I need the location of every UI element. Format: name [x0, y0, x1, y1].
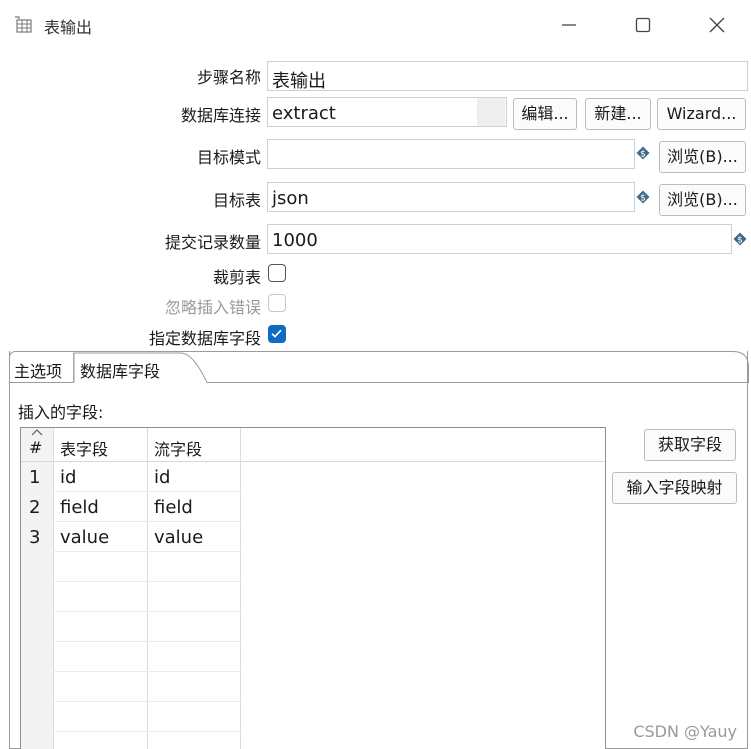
db-connection-label: 数据库连接 [180, 106, 261, 125]
new-connection-button[interactable]: 新建... [585, 98, 651, 130]
truncate-label: 裁剪表 [212, 268, 261, 287]
row-divider [53, 491, 241, 492]
row-number: 2 [29, 497, 41, 518]
db-connection-dropdown[interactable] [477, 98, 505, 126]
target-table-input[interactable]: json [267, 182, 635, 212]
table-output-icon [15, 16, 32, 33]
close-icon[interactable] [704, 12, 730, 38]
row-divider [53, 521, 241, 522]
map-fields-button[interactable]: 输入字段映射 [612, 472, 737, 504]
specify-fields-label: 指定数据库字段 [148, 329, 261, 348]
db-connection-select[interactable]: extract [267, 97, 507, 127]
row-divider [53, 611, 241, 612]
commit-size-input[interactable]: 1000 [267, 224, 732, 254]
column-header-table-field[interactable]: 表字段 [60, 436, 108, 460]
fields-table[interactable]: # 表字段 流字段 1 id id 2 field field 3 value … [20, 427, 606, 749]
ignore-errors-label: 忽略插入错误 [164, 298, 261, 317]
window-title: 表输出 [44, 18, 93, 37]
step-name-label: 步骤名称 [196, 68, 261, 87]
commit-size-label: 提交记录数量 [164, 233, 261, 252]
table-field-cell[interactable]: id [60, 467, 76, 488]
tab-main-options[interactable]: 主选项 [14, 358, 62, 382]
column-header-number[interactable]: # [29, 438, 42, 457]
row-divider [53, 731, 241, 732]
wizard-button[interactable]: Wizard... [657, 98, 746, 130]
row-number: 1 [29, 467, 41, 488]
svg-text:$: $ [737, 236, 743, 246]
variable-icon[interactable]: $ [733, 232, 747, 246]
svg-text:$: $ [640, 194, 646, 204]
watermark: CSDN @Yauy [633, 722, 737, 741]
stream-field-cell[interactable]: id [154, 467, 170, 488]
row-divider [53, 701, 241, 702]
checkmark-icon [271, 329, 282, 338]
target-schema-input[interactable] [267, 139, 635, 169]
table-field-cell[interactable]: field [60, 497, 99, 518]
fields-section-label: 插入的字段: [18, 403, 104, 422]
title-bar: 表输出 [0, 0, 751, 50]
edit-connection-button[interactable]: 编辑... [513, 98, 577, 130]
table-field-cell[interactable]: value [60, 527, 109, 548]
browse-table-button[interactable]: 浏览(B)... [659, 184, 746, 216]
ignore-errors-checkbox [268, 294, 286, 312]
maximize-icon[interactable] [630, 12, 656, 38]
variable-icon[interactable]: $ [636, 146, 650, 160]
tab-database-fields[interactable]: 数据库字段 [80, 358, 160, 382]
minimize-icon[interactable] [556, 12, 582, 38]
row-number: 3 [29, 527, 41, 548]
specify-fields-checkbox[interactable] [268, 325, 286, 343]
target-table-label: 目标表 [212, 191, 261, 210]
sort-arrow-icon[interactable] [31, 429, 43, 436]
step-name-input[interactable]: 表输出 [267, 61, 748, 91]
target-schema-label: 目标模式 [196, 148, 261, 167]
variable-icon[interactable]: $ [636, 190, 650, 204]
stream-field-cell[interactable]: field [154, 497, 193, 518]
browse-schema-button[interactable]: 浏览(B)... [659, 141, 746, 173]
header-divider [21, 461, 605, 462]
row-divider [53, 581, 241, 582]
svg-text:$: $ [640, 150, 646, 160]
row-divider [53, 671, 241, 672]
truncate-checkbox[interactable] [268, 264, 286, 282]
column-header-stream-field[interactable]: 流字段 [154, 436, 202, 460]
row-divider [53, 551, 241, 552]
stream-field-cell[interactable]: value [154, 527, 203, 548]
get-fields-button[interactable]: 获取字段 [644, 429, 736, 461]
row-divider [53, 641, 241, 642]
